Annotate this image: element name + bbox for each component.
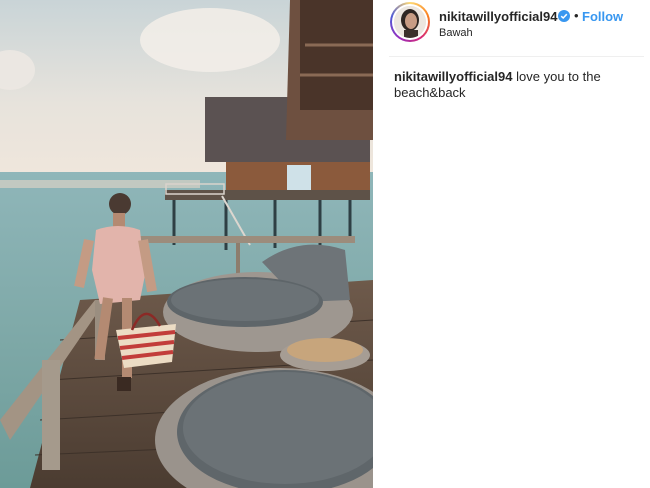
avatar-frame — [392, 4, 428, 40]
location-link[interactable]: Bawah — [439, 27, 473, 39]
caption-username-link[interactable]: nikitawillyofficial94 — [394, 69, 513, 84]
username-link[interactable]: nikitawillyofficial94 — [439, 9, 558, 24]
follow-button[interactable]: Follow — [582, 9, 623, 24]
header-divider — [389, 56, 644, 57]
post-photo[interactable] — [0, 0, 373, 488]
verified-badge-icon — [558, 10, 570, 22]
post-side-panel: nikitawillyofficial94 • Follow Bawah nik… — [373, 0, 650, 488]
post-header: nikitawillyofficial94 • Follow Bawah — [373, 0, 650, 56]
avatar-image — [394, 6, 426, 38]
avatar[interactable] — [390, 2, 430, 42]
separator-dot: • — [574, 8, 579, 23]
post-caption: nikitawillyofficial94 love you to the be… — [394, 69, 629, 101]
